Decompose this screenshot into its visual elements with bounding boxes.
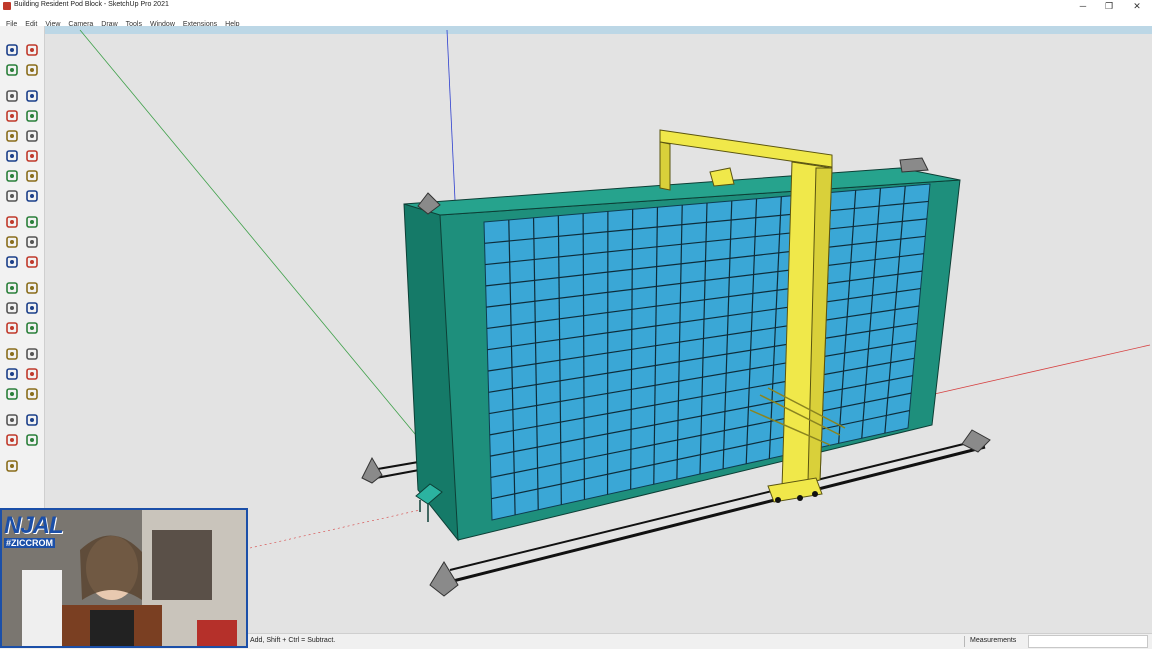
rotate-icon[interactable]	[24, 188, 40, 204]
orbit-icon[interactable]	[24, 300, 40, 316]
section-plane-icon[interactable]	[4, 412, 20, 428]
arc-icon[interactable]	[24, 128, 40, 144]
rectangle-icon[interactable]	[24, 88, 40, 104]
position-camera-icon[interactable]	[24, 366, 40, 382]
sky-band	[44, 26, 1152, 34]
dimension-icon[interactable]	[4, 254, 20, 270]
webcam-overlay: NJAL #ZICCROM	[0, 508, 248, 648]
circle-icon[interactable]	[24, 108, 40, 124]
follow-me-icon[interactable]	[4, 214, 20, 230]
measurements-label: Measurements	[970, 637, 1016, 644]
axes-icon[interactable]	[24, 280, 40, 296]
maximize-button[interactable]: ❐	[1098, 0, 1120, 13]
scale-icon[interactable]	[24, 214, 40, 230]
status-separator	[964, 636, 965, 647]
3d-text-icon[interactable]	[4, 300, 20, 316]
status-hint: Add, Shift + Ctrl = Subtract.	[250, 637, 335, 644]
menu-bar: FileEditViewCameraDrawToolsWindowExtensi…	[0, 13, 1152, 25]
component-icon[interactable]	[24, 42, 40, 58]
select-icon[interactable]	[4, 42, 20, 58]
protractor-icon[interactable]	[24, 254, 40, 270]
channel-logo: NJAL	[4, 512, 63, 540]
title-bar: Building Resident Pod Block - SketchUp P…	[0, 0, 1152, 13]
text-icon[interactable]	[4, 280, 20, 296]
polygon-icon[interactable]	[4, 128, 20, 144]
pan-icon[interactable]	[4, 320, 20, 336]
push-pull-icon[interactable]	[4, 188, 20, 204]
freehand-icon[interactable]	[4, 88, 20, 104]
two-point-arc-icon[interactable]	[24, 148, 40, 164]
previous-view-icon[interactable]	[4, 366, 20, 382]
move-icon[interactable]	[24, 168, 40, 184]
measurements-input[interactable]	[1028, 635, 1148, 648]
zoom-extents-icon[interactable]	[24, 346, 40, 362]
stamp-icon[interactable]	[4, 432, 20, 448]
eraser-icon[interactable]	[4, 62, 20, 78]
three-point-arc-icon[interactable]	[4, 168, 20, 184]
sketchup-logo-icon	[3, 2, 11, 10]
window-title: Building Resident Pod Block - SketchUp P…	[14, 1, 169, 8]
line-icon[interactable]	[24, 62, 40, 78]
walk-icon[interactable]	[24, 386, 40, 402]
sandbox-icon[interactable]	[24, 412, 40, 428]
close-button[interactable]: ✕	[1126, 0, 1148, 13]
pie-icon[interactable]	[4, 148, 20, 164]
minimize-button[interactable]: ─	[1072, 0, 1094, 13]
zoom-icon[interactable]	[24, 320, 40, 336]
channel-tag: #ZICCROM	[4, 538, 55, 548]
tape-measure-icon[interactable]	[24, 234, 40, 250]
zoom-window-icon[interactable]	[4, 346, 20, 362]
rotated-rectangle-icon[interactable]	[4, 108, 20, 124]
look-around-icon[interactable]	[4, 386, 20, 402]
drape-icon[interactable]	[24, 432, 40, 448]
add-detail-icon[interactable]	[4, 458, 20, 474]
offset-icon[interactable]	[4, 234, 20, 250]
